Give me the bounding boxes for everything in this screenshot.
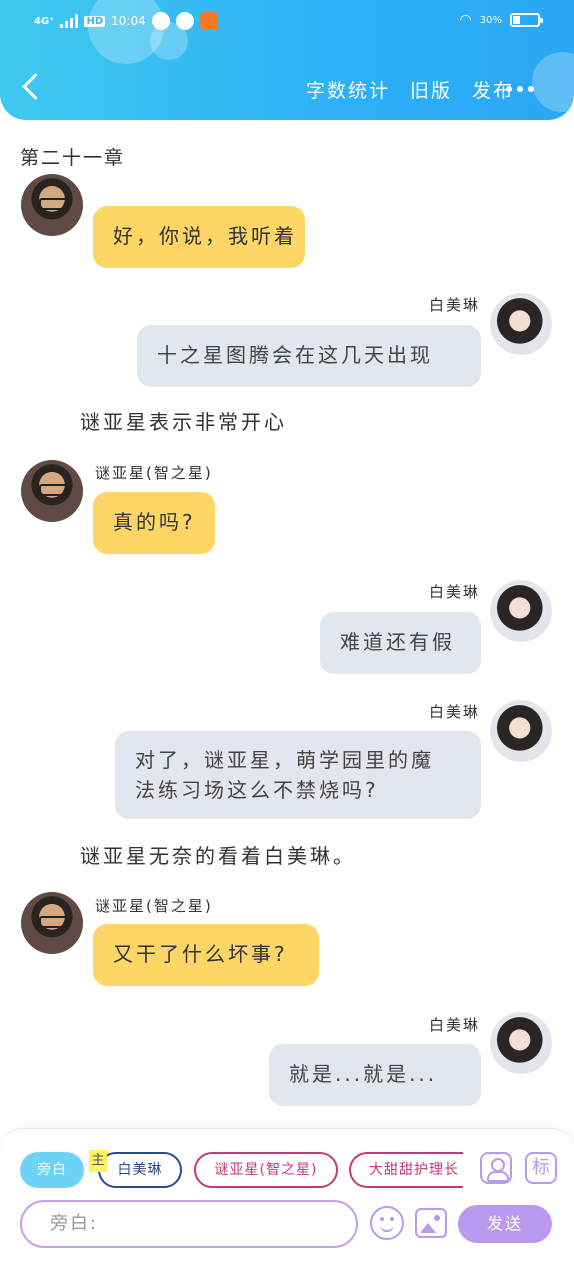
mark-button[interactable]: 标: [525, 1152, 557, 1184]
role-chip-baimeilin[interactable]: 白美琳: [98, 1152, 182, 1188]
app-notification-icon: [151, 12, 170, 30]
narration-text[interactable]: 谜亚星无奈的看着白美琳。: [80, 840, 356, 869]
signal-icon: [60, 14, 79, 28]
speaker-name: 谜亚星(智之星): [95, 464, 213, 482]
word-count-link[interactable]: 字数统计: [306, 76, 390, 103]
app-header: 4G⁺ HD 10:04 ◠ 30% 字数统计 旧版 发布: [0, 0, 574, 120]
narration-text[interactable]: 谜亚星表示非常开心: [80, 406, 287, 435]
clock: 10:04: [111, 14, 146, 28]
speaker-name: 白美琳: [428, 296, 480, 314]
speaker-name: 白美琳: [428, 703, 480, 721]
wifi-icon: ◠: [459, 12, 472, 28]
avatar-miyaxing[interactable]: [21, 174, 83, 236]
network-type: 4G⁺: [34, 15, 55, 27]
main-role-badge: 主: [89, 1150, 107, 1172]
avatar-baimeilin[interactable]: [490, 580, 552, 642]
message-bubble[interactable]: 好，你说，我听着: [93, 206, 305, 268]
speaker-name: 白美琳: [428, 583, 480, 601]
avatar-baimeilin[interactable]: [490, 700, 552, 762]
battery-percent: 30%: [479, 14, 502, 26]
add-role-icon[interactable]: [480, 1152, 512, 1184]
battery-level: [513, 16, 521, 24]
old-version-link[interactable]: 旧版: [410, 76, 452, 103]
speaker-name: 谜亚星(智之星): [95, 897, 213, 915]
message-line: 对了，谜亚星，萌学园里的魔: [135, 748, 434, 772]
message-bubble[interactable]: 又干了什么坏事?: [93, 924, 319, 986]
back-button[interactable]: [20, 72, 42, 102]
avatar-miyaxing[interactable]: [21, 892, 83, 954]
avatar-baimeilin[interactable]: [490, 1012, 552, 1074]
message-bubble[interactable]: 真的吗?: [93, 492, 215, 554]
role-chip-sweet[interactable]: 大甜甜护理长: [349, 1152, 463, 1188]
chapter-title[interactable]: 第二十一章: [20, 143, 125, 170]
status-bar: 4G⁺ HD 10:04 ◠ 30%: [0, 0, 574, 44]
header-actions: 字数统计 旧版 发布: [306, 76, 514, 103]
avatar-miyaxing[interactable]: [21, 460, 83, 522]
weibo-icon: [199, 12, 218, 30]
message-bubble[interactable]: 难道还有假: [320, 612, 481, 674]
role-chip-miyaxing[interactable]: 谜亚星(智之星): [194, 1152, 338, 1188]
image-icon[interactable]: [415, 1208, 447, 1238]
message-input[interactable]: 旁白:: [20, 1200, 358, 1248]
header-decoration: [532, 52, 574, 112]
message-bubble[interactable]: 就是...就是...: [269, 1044, 481, 1106]
wechat-icon: [175, 12, 194, 30]
message-bubble[interactable]: 十之星图腾会在这几天出现: [137, 325, 481, 387]
message-line: 法练习场这么不禁烧吗?: [135, 778, 379, 802]
avatar-baimeilin[interactable]: [490, 293, 552, 355]
more-icon[interactable]: [506, 86, 534, 92]
emoji-icon[interactable]: [370, 1206, 404, 1240]
hd-icon: HD: [84, 15, 106, 27]
speaker-name: 白美琳: [428, 1016, 480, 1034]
message-bubble[interactable]: 对了，谜亚星，萌学园里的魔 法练习场这么不禁烧吗?: [115, 731, 481, 819]
role-chip-narrator[interactable]: 旁白: [20, 1152, 84, 1188]
send-button[interactable]: 发送: [458, 1205, 552, 1243]
battery-icon: [510, 13, 543, 27]
